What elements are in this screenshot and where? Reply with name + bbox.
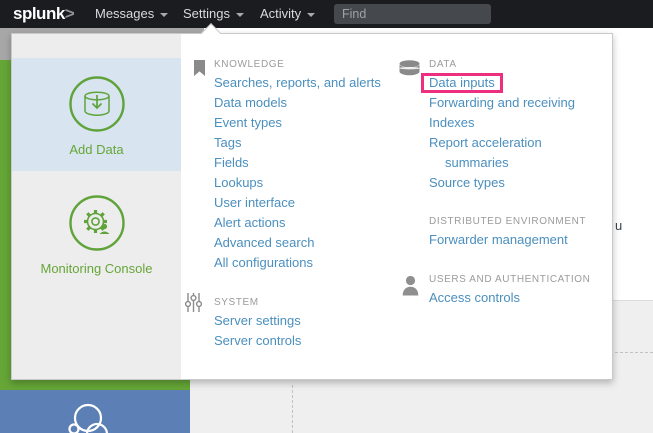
menu-link-alert-actions[interactable]: Alert actions bbox=[214, 213, 381, 233]
menu-link-fields[interactable]: Fields bbox=[214, 153, 381, 173]
background-panel-right bbox=[613, 300, 653, 433]
tile-add-data-label: Add Data bbox=[69, 142, 123, 157]
menu-link-forwarding-receiving[interactable]: Forwarding and receiving bbox=[429, 93, 593, 113]
knowledge-links: Searches, reports, and alerts Data model… bbox=[214, 73, 381, 273]
menu-link-data-models[interactable]: Data models bbox=[214, 93, 381, 113]
menu-link-access-controls[interactable]: Access controls bbox=[429, 288, 520, 308]
data-inputs-highlight-box[interactable]: Data inputs bbox=[421, 73, 503, 93]
menu-link-report-acceleration-summaries[interactable]: Report acceleration summaries bbox=[429, 133, 593, 173]
menu-tile-column: Add Data bbox=[12, 34, 181, 379]
gear-user-icon bbox=[68, 194, 126, 252]
background-green-strip bbox=[0, 60, 11, 390]
distributed-links: Forwarder management bbox=[429, 230, 568, 250]
menu-link-user-interface[interactable]: User interface bbox=[214, 193, 381, 213]
dashed-divider-vertical bbox=[292, 385, 293, 433]
database-download-icon bbox=[68, 75, 126, 133]
background-green-band bbox=[0, 380, 190, 390]
menu-link-forwarder-management[interactable]: Forwarder management bbox=[429, 230, 568, 250]
logo-caret: > bbox=[65, 4, 74, 23]
section-header-data: DATA bbox=[429, 59, 457, 70]
menu-link-searches-reports-alerts[interactable]: Searches, reports, and alerts bbox=[214, 73, 381, 93]
splunk-logo[interactable]: splunk> bbox=[13, 0, 74, 28]
nav-activity[interactable]: Activity bbox=[260, 0, 315, 28]
chevron-down-icon bbox=[160, 13, 168, 17]
menu-link-source-types[interactable]: Source types bbox=[429, 173, 593, 193]
menu-link-server-controls[interactable]: Server controls bbox=[214, 331, 301, 351]
section-header-knowledge: KNOWLEDGE bbox=[214, 59, 284, 70]
system-links: Server settings Server controls bbox=[214, 311, 301, 351]
menu-link-lookups[interactable]: Lookups bbox=[214, 173, 381, 193]
data-links: Data inputs Forwarding and receiving Ind… bbox=[429, 73, 593, 193]
circles-icon bbox=[0, 390, 190, 433]
tile-monitoring-console-label: Monitoring Console bbox=[40, 261, 152, 276]
user-icon bbox=[402, 275, 419, 296]
section-header-users-authentication: USERS AND AUTHENTICATION bbox=[429, 274, 590, 285]
menu-link-tags[interactable]: Tags bbox=[214, 133, 381, 153]
sliders-icon bbox=[185, 292, 202, 313]
users-links: Access controls bbox=[429, 288, 520, 308]
nav-settings[interactable]: Settings bbox=[183, 0, 244, 28]
section-header-system: SYSTEM bbox=[214, 297, 259, 308]
menu-link-advanced-search[interactable]: Advanced search bbox=[214, 233, 381, 253]
background-panel bbox=[190, 380, 653, 433]
chevron-down-icon bbox=[236, 13, 244, 17]
menu-link-all-configurations[interactable]: All configurations bbox=[214, 253, 381, 273]
settings-dropdown-menu: Add Data bbox=[11, 33, 613, 380]
background-text-fragment: u bbox=[615, 218, 622, 233]
tile-monitoring-console[interactable]: Monitoring Console bbox=[12, 171, 181, 379]
menu-link-event-types[interactable]: Event types bbox=[214, 113, 381, 133]
menu-link-data-inputs[interactable]: Data inputs bbox=[429, 73, 593, 93]
menu-link-indexes[interactable]: Indexes bbox=[429, 113, 593, 133]
tile-add-data[interactable]: Add Data bbox=[12, 58, 181, 171]
background-gray-bar-left bbox=[0, 28, 11, 60]
top-navbar: splunk> Messages Settings Activity bbox=[0, 0, 653, 28]
section-header-distributed-environment: DISTRIBUTED ENVIRONMENT bbox=[429, 216, 586, 227]
find-input[interactable] bbox=[334, 4, 491, 24]
screen: u splunk> Messages Settings Activity Add… bbox=[0, 0, 653, 433]
chevron-down-icon bbox=[307, 13, 315, 17]
dashed-divider-horizontal bbox=[615, 352, 653, 353]
bookmark-icon bbox=[194, 60, 205, 76]
nav-messages[interactable]: Messages bbox=[95, 0, 168, 28]
menu-link-server-settings[interactable]: Server settings bbox=[214, 311, 301, 331]
support-tile[interactable] bbox=[0, 390, 190, 433]
database-icon bbox=[399, 60, 420, 76]
